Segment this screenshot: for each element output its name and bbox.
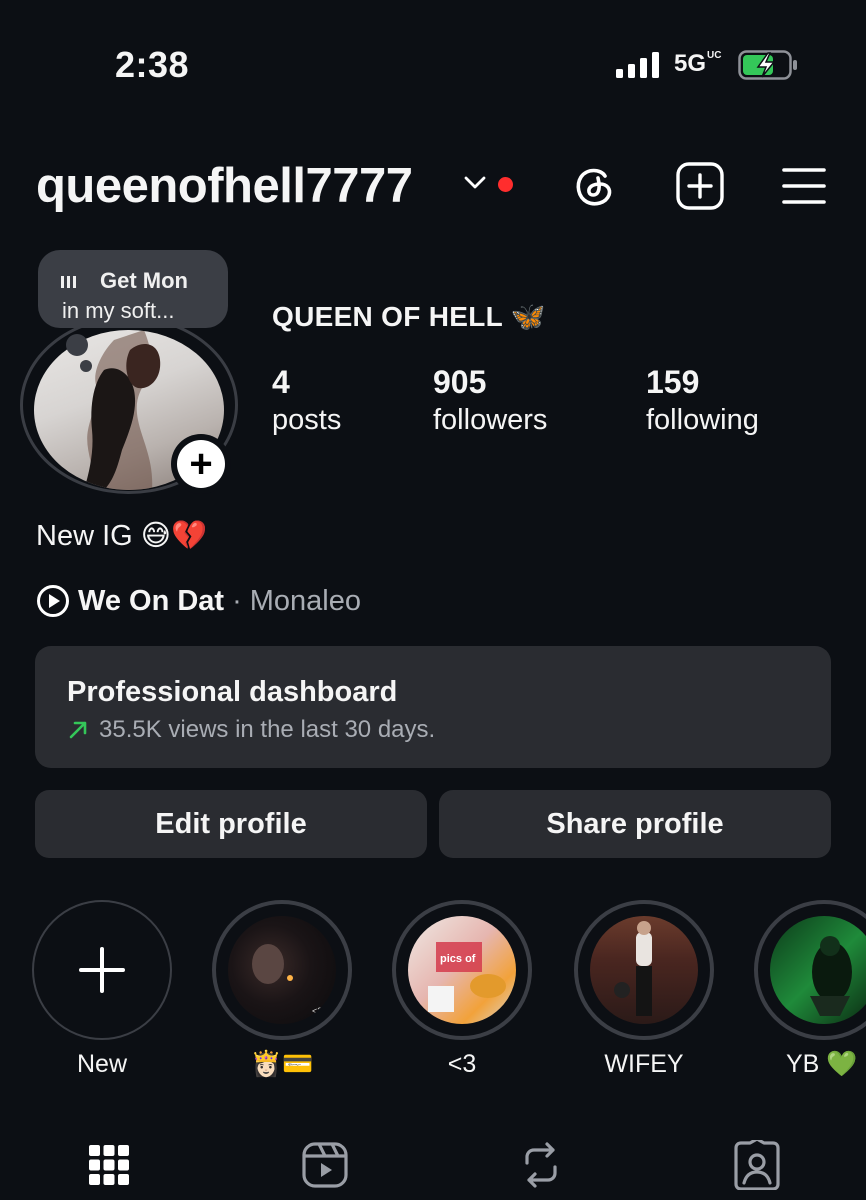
note-tail (66, 334, 88, 356)
note-bubble[interactable]: Get Mon in my soft... (38, 250, 228, 328)
highlight-item[interactable]: pics of (392, 900, 532, 1040)
highlight-cover-text: pics of (440, 953, 476, 965)
highlight-cover: <3 (228, 916, 336, 1024)
network-type: 5GUC (674, 50, 722, 77)
battery-charging-icon (738, 50, 797, 80)
chevron-down-icon[interactable] (462, 172, 488, 192)
bio-text: New IG 😅💔 (36, 520, 208, 552)
highlight-photo-icon (810, 936, 852, 1016)
posts-label[interactable]: posts (272, 404, 341, 437)
highlight-collage-icon: pics of (428, 942, 506, 1012)
menu-button[interactable] (778, 160, 830, 212)
play-circle-icon (37, 585, 69, 617)
music-artist: Monaleo (249, 584, 362, 617)
highlight-label: WIFEY (604, 1050, 684, 1078)
reels-icon (302, 1142, 348, 1188)
posts-count[interactable]: 4 (272, 364, 290, 401)
plus-icon (79, 947, 125, 993)
note-line-2: in my soft... (62, 298, 175, 323)
add-story-button[interactable]: + (171, 434, 231, 494)
tab-tagged[interactable] (732, 1140, 782, 1190)
grid-icon (89, 1145, 129, 1185)
username-switcher[interactable]: queenofhell7777 (36, 158, 413, 214)
dashboard-title: Professional dashboard (67, 676, 398, 708)
note-tail-small (80, 360, 92, 372)
highlight-cover (770, 916, 866, 1024)
status-time: 2:38 (115, 44, 190, 85)
hamburger-menu-icon (782, 168, 826, 204)
tab-grid[interactable] (84, 1140, 134, 1190)
followers-count[interactable]: 905 (433, 364, 486, 401)
highlight-photo-icon: <3 (252, 944, 322, 1016)
threads-icon[interactable] (568, 160, 620, 212)
highlight-item[interactable]: <3 (212, 900, 352, 1040)
tab-reels[interactable] (300, 1140, 350, 1190)
repost-icon (525, 1142, 557, 1188)
notification-dot (498, 177, 513, 192)
new-highlight-button[interactable] (32, 900, 172, 1040)
dashboard-subtitle-row: 35.5K views in the last 30 days. (67, 716, 435, 744)
highlight-label: New (76, 1050, 127, 1078)
following-label[interactable]: following (646, 404, 759, 437)
note-line-1: Get Mon (100, 268, 188, 293)
music-song: We On Dat (78, 584, 225, 617)
highlight-cover: pics of (408, 916, 516, 1024)
cellular-signal-icon (616, 52, 659, 78)
highlight-label: <3 (447, 1050, 477, 1078)
highlight-photo-icon (614, 921, 652, 1016)
highlight-label: YB 💚 (786, 1050, 858, 1078)
highlight-cover (590, 916, 698, 1024)
edit-profile-button[interactable]: Edit profile (35, 790, 427, 858)
following-count[interactable]: 159 (646, 364, 699, 401)
followers-label[interactable]: followers (433, 404, 547, 437)
display-name: QUEEN OF HELL 🦋 (272, 301, 546, 332)
dashboard-subtitle: 35.5K views in the last 30 days. (99, 716, 436, 743)
plus-icon: + (177, 440, 225, 488)
highlight-item[interactable] (574, 900, 714, 1040)
music-separator: · (232, 584, 242, 617)
highlight-label: 👸🏻💳 (250, 1050, 314, 1078)
plus-square-icon (676, 162, 724, 210)
tab-reposts[interactable] (516, 1140, 566, 1190)
arrow-up-right-icon (69, 721, 87, 739)
threads-glyph-icon (576, 168, 612, 206)
highlight-caption-fragment: <3 (312, 1006, 322, 1016)
audio-bars-icon (61, 276, 76, 288)
tagged-person-icon (734, 1140, 780, 1190)
create-post-button[interactable] (674, 160, 726, 212)
share-profile-button[interactable]: Share profile (439, 790, 831, 858)
profile-music[interactable]: We On Dat · Monaleo (36, 584, 361, 618)
highlight-item[interactable] (754, 900, 866, 1040)
professional-dashboard-card[interactable]: Professional dashboard 35.5K views in th… (35, 646, 831, 768)
